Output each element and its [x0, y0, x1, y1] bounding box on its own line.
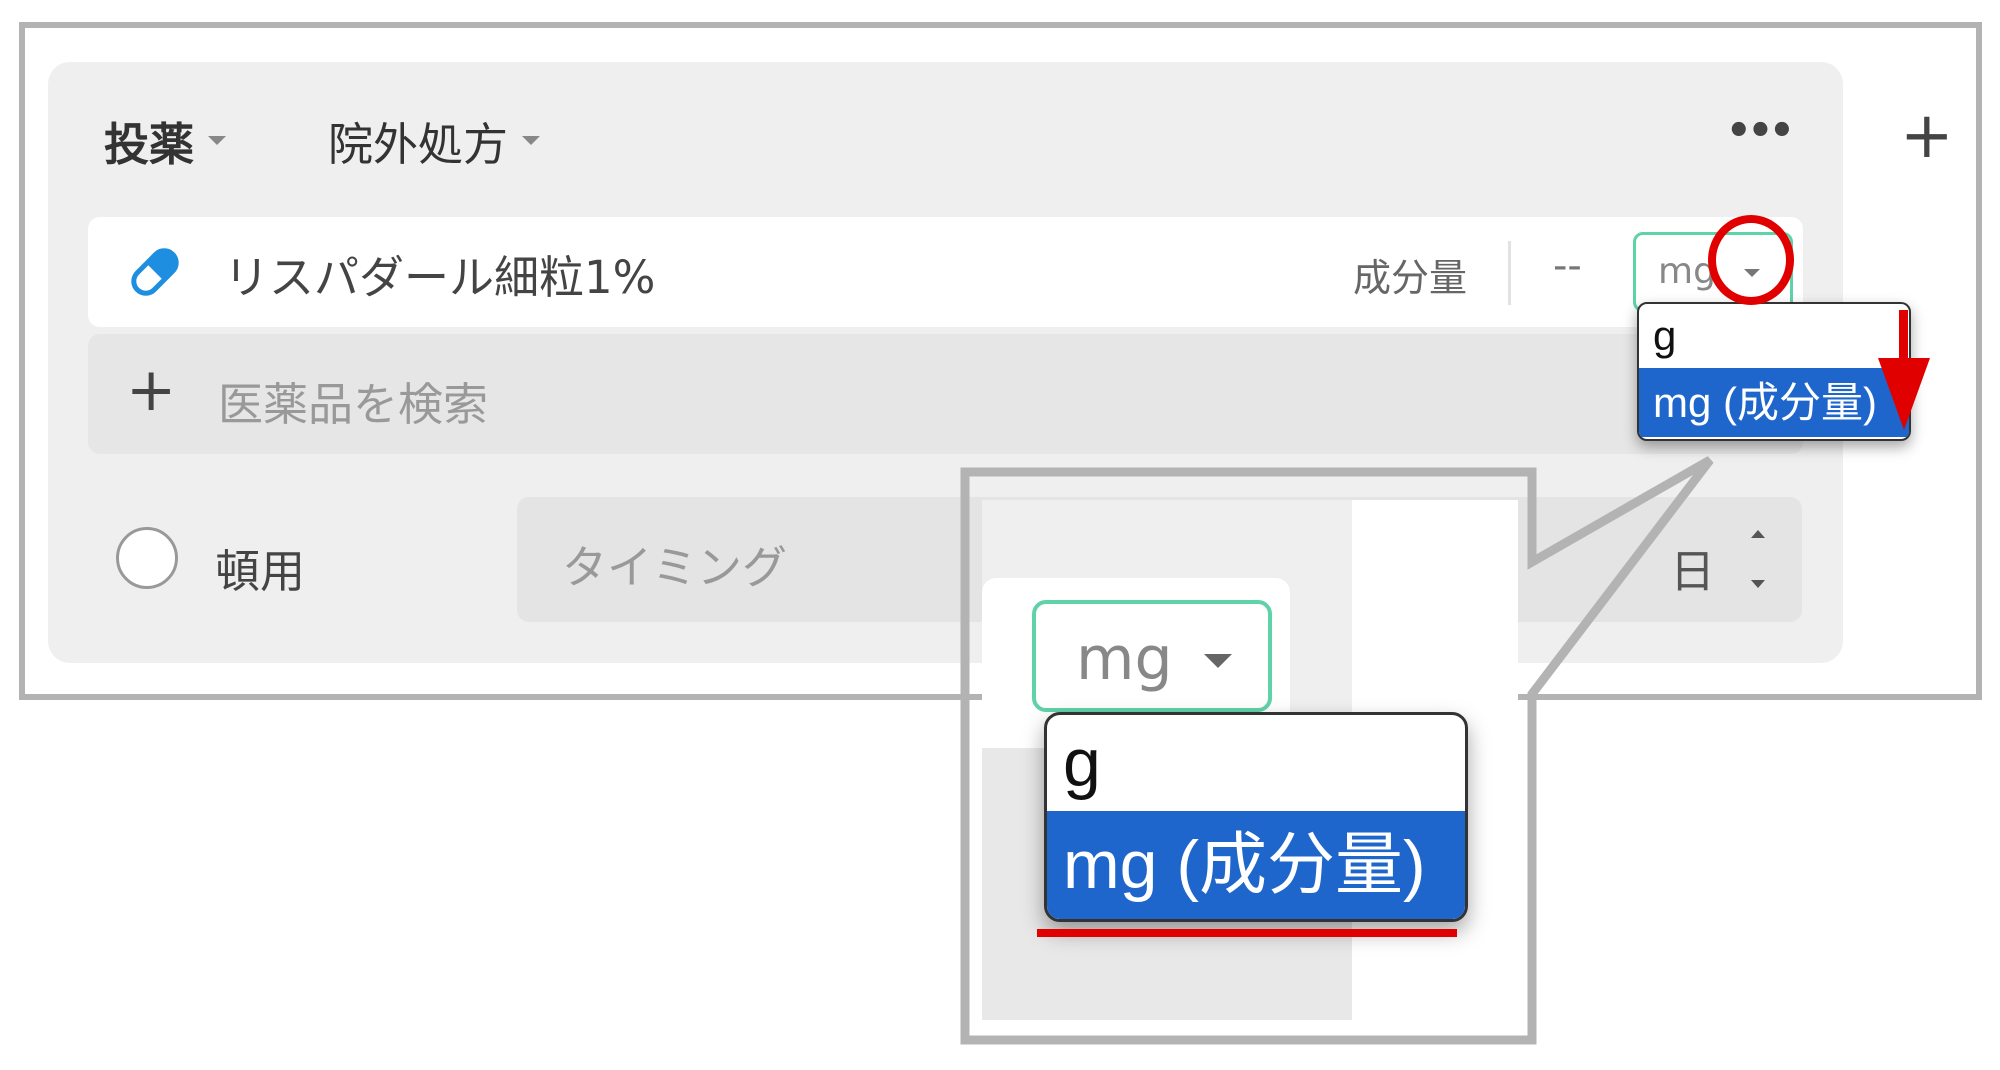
- divider: [1508, 241, 1511, 305]
- prescription-type-label: 院外処方: [328, 117, 509, 171]
- amount-input[interactable]: --: [1553, 243, 1582, 289]
- chevron-down-icon: [522, 135, 541, 145]
- prn-label: 頓用: [215, 545, 306, 598]
- chevron-down-icon: [1204, 654, 1232, 668]
- chevron-down-icon: [208, 135, 227, 145]
- component-amount-label: 成分量: [1353, 256, 1468, 300]
- zoom-dropdown-menu: g mg (成分量): [1044, 712, 1468, 922]
- zoom-option-g: g: [1063, 725, 1101, 801]
- decrement-icon[interactable]: [1751, 580, 1765, 588]
- zoom-unit-select: mg: [1032, 600, 1272, 712]
- pill-icon: [124, 241, 186, 307]
- prescription-type-dropdown[interactable]: 院外処方: [328, 110, 541, 171]
- highlight-circle: [1708, 215, 1794, 305]
- add-section-button[interactable]: +: [1900, 104, 1954, 168]
- drug-search-bar[interactable]: + 医薬品を検索: [88, 334, 1803, 454]
- zoom-callout-content: mg g mg (成分量): [982, 500, 1518, 1020]
- unit-dropdown-menu: g mg (成分量): [1637, 302, 1911, 441]
- add-icon: +: [126, 355, 177, 425]
- drug-name: リスパダール細粒1%: [224, 251, 656, 304]
- unit-option-mg-selected[interactable]: mg (成分量): [1639, 368, 1909, 437]
- more-options-icon[interactable]: •••: [1726, 108, 1795, 154]
- section-title: 投薬: [104, 117, 195, 171]
- section-title-dropdown[interactable]: 投薬: [104, 110, 227, 171]
- day-unit-label: 日: [1670, 545, 1716, 598]
- timing-input[interactable]: タイミング: [562, 531, 787, 596]
- prn-radio[interactable]: [116, 527, 178, 589]
- unit-option-g[interactable]: g: [1639, 304, 1909, 368]
- increment-icon[interactable]: [1751, 530, 1765, 538]
- highlight-underline: [1037, 929, 1457, 937]
- zoom-unit-value: mg: [1076, 624, 1173, 694]
- zoom-option-mg-selected: mg (成分量): [1047, 811, 1465, 919]
- drug-search-input[interactable]: 医薬品を検索: [218, 368, 488, 433]
- drug-row[interactable]: リスパダール細粒1% 成分量 -- mg: [88, 217, 1803, 327]
